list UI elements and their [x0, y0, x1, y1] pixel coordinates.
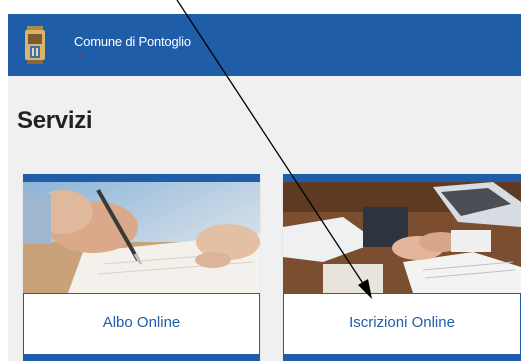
site-header: Comune di Pontoglio	[8, 14, 521, 76]
iscrizioni-online-label[interactable]: Iscrizioni Online	[284, 314, 520, 331]
municipality-name-link[interactable]: Comune di Pontoglio	[74, 34, 191, 49]
iscrizioni-online-image	[283, 182, 521, 293]
card-bottom-bar	[23, 355, 260, 361]
albo-online-label-box[interactable]: Albo Online	[23, 293, 260, 355]
page-title: Servizi	[17, 107, 93, 134]
iscrizioni-online-label-box[interactable]: Iscrizioni Online	[283, 293, 521, 355]
albo-online-image	[23, 182, 260, 293]
card-bottom-bar	[283, 355, 521, 361]
albo-online-label[interactable]: Albo Online	[24, 314, 259, 331]
header-decoration	[79, 55, 82, 58]
iscrizioni-online-card[interactable]: Iscrizioni Online	[283, 174, 521, 361]
coat-of-arms-icon[interactable]	[24, 24, 46, 66]
albo-online-card[interactable]: Albo Online	[23, 174, 260, 361]
